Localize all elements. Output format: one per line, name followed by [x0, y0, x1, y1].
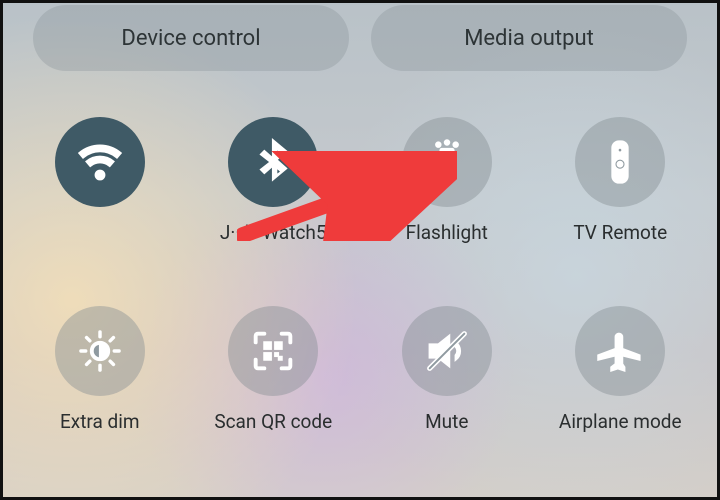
media-output-button[interactable]: Media output — [371, 5, 687, 71]
airplane-label: Airplane mode — [559, 410, 682, 433]
airplane-icon — [575, 306, 665, 396]
extra-dim-icon — [55, 306, 145, 396]
bluetooth-tile[interactable]: J···'s Watch5 — [187, 117, 361, 244]
flashlight-tile[interactable]: Flashlight — [360, 117, 534, 244]
scan-qr-tile[interactable]: Scan QR code — [187, 306, 361, 433]
airplane-tile[interactable]: Airplane mode — [534, 306, 708, 433]
mute-icon — [402, 306, 492, 396]
tv-remote-tile[interactable]: TV Remote — [534, 117, 708, 244]
wifi-tile[interactable] — [13, 117, 187, 244]
tv-remote-label: TV Remote — [573, 221, 667, 244]
extra-dim-label: Extra dim — [60, 410, 140, 433]
qr-icon — [228, 306, 318, 396]
flashlight-label: Flashlight — [406, 221, 488, 244]
mute-tile[interactable]: Mute — [360, 306, 534, 433]
bluetooth-label: J···'s Watch5 — [220, 221, 327, 244]
extra-dim-tile[interactable]: Extra dim — [13, 306, 187, 433]
mute-label: Mute — [425, 410, 468, 433]
device-control-label: Device control — [121, 26, 260, 51]
tiles-grid: J···'s Watch5 Flashlight — [3, 71, 717, 433]
quick-settings-panel: Device control Media output J···'s Watch… — [0, 0, 720, 500]
wifi-icon — [55, 117, 145, 207]
flashlight-icon — [402, 117, 492, 207]
bluetooth-icon — [228, 117, 318, 207]
media-output-label: Media output — [464, 26, 594, 51]
tv-remote-icon — [575, 117, 665, 207]
scan-qr-label: Scan QR code — [214, 410, 332, 433]
top-button-row: Device control Media output — [3, 3, 717, 71]
device-control-button[interactable]: Device control — [33, 5, 349, 71]
